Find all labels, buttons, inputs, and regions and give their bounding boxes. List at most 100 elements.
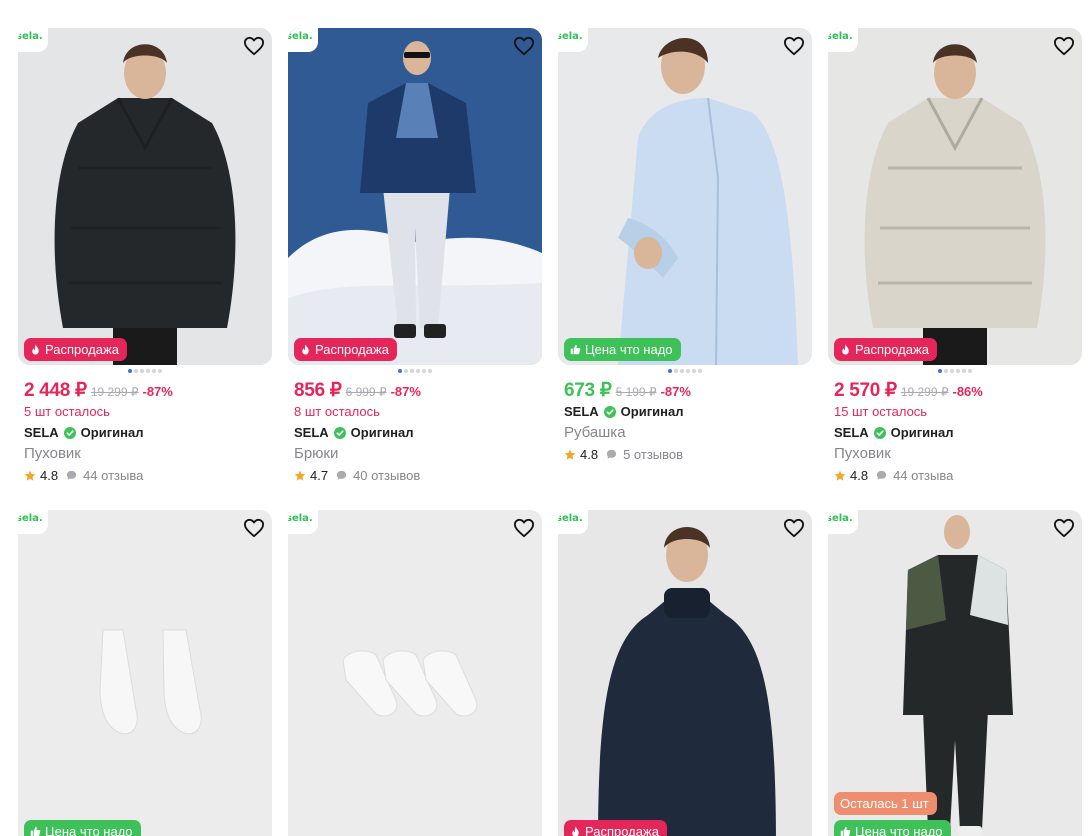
favorite-heart-icon[interactable]	[1052, 516, 1076, 540]
brand-logo: sela.	[288, 28, 318, 52]
rating-row: 4.7 40 отзывов	[294, 465, 542, 486]
reviews-bubble-icon	[876, 470, 887, 481]
good-price-badge: Цена что надо	[564, 338, 681, 361]
rating-row: 4.8 44 отзыва	[24, 465, 272, 486]
sale-badge: Распродажа	[294, 338, 397, 361]
star-icon	[294, 470, 306, 482]
discount-percent: -86%	[952, 384, 983, 399]
original-label: Оригинал	[620, 404, 684, 419]
product-card[interactable]: sela. Цена что надо 673 ₽5 199 ₽ -87% SELA Ор…	[558, 28, 812, 465]
verified-check-icon	[333, 426, 346, 439]
photo-pagination-dots[interactable]	[288, 369, 542, 379]
price-row: 673 ₽5 199 ₽ -87%	[564, 379, 812, 401]
flame-icon	[300, 344, 311, 355]
seller-row[interactable]: SELA Оригинал	[294, 422, 542, 443]
favorite-heart-icon[interactable]	[512, 34, 536, 58]
flame-icon	[570, 826, 581, 836]
thumbs-up-icon	[30, 826, 41, 836]
reviews-bubble-icon	[66, 470, 77, 481]
sale-badge: Распродажа	[564, 820, 667, 836]
rating-value: 4.8	[580, 447, 599, 462]
seller-name: SELA	[834, 425, 869, 440]
photo-pagination-dots[interactable]	[828, 369, 1082, 379]
reviews-count[interactable]: 44 отзыва	[893, 468, 953, 483]
seller-name: SELA	[24, 425, 59, 440]
rating-value: 4.8	[40, 468, 59, 483]
product-photo[interactable]: sela. Цена что надо	[558, 28, 812, 365]
discount-percent: -87%	[660, 384, 691, 399]
seller-row[interactable]: SELA Оригинал	[24, 422, 272, 443]
stock-remaining: 15 шт осталось	[834, 404, 928, 419]
product-title[interactable]: Рубашка	[564, 422, 812, 444]
original-label: Оригинал	[890, 425, 954, 440]
brand-logo: sela.	[288, 510, 318, 534]
favorite-heart-icon[interactable]	[782, 34, 806, 58]
rating-row: 4.8 44 отзыва	[834, 465, 1082, 486]
product-card[interactable]: sela. Распродажа 2 448 ₽19 299 ₽ -87% 5 шт о…	[18, 28, 272, 486]
product-photo[interactable]: sela.	[288, 510, 542, 836]
verified-check-icon	[873, 426, 886, 439]
flame-icon	[30, 344, 41, 355]
brand-logo: sela.	[558, 510, 588, 534]
reviews-bubble-icon	[336, 470, 347, 481]
product-title[interactable]: Пуховик	[24, 443, 272, 465]
rating-row: 4.8 5 отзывов	[564, 444, 812, 465]
rating-value: 4.7	[310, 468, 329, 483]
product-title[interactable]: Пуховик	[834, 443, 1082, 465]
current-price: 856 ₽	[294, 380, 342, 401]
reviews-count[interactable]: 44 отзыва	[83, 468, 143, 483]
reviews-count[interactable]: 40 отзывов	[353, 468, 420, 483]
product-photo[interactable]: sela. Цена что надо	[18, 510, 272, 836]
product-card[interactable]: sela. Распродажа 856 ₽6 999 ₽ -87% 8 шт оста…	[288, 28, 542, 486]
star-icon	[834, 470, 846, 482]
current-price: 673 ₽	[564, 380, 612, 401]
brand-logo: sela.	[18, 28, 48, 52]
product-card[interactable]: sela. Распродажа 2 570 ₽19 299 ₽ -86% 15 шт …	[828, 28, 1082, 486]
photo-pagination-dots[interactable]	[18, 369, 272, 379]
good-price-badge: Цена что надо	[24, 820, 141, 836]
price-row: 2 570 ₽19 299 ₽ -86%	[834, 379, 1082, 401]
stock-remaining: 8 шт осталось	[294, 404, 380, 419]
current-price: 2 448 ₽	[24, 380, 87, 401]
old-price: 6 999 ₽	[345, 385, 387, 399]
brand-logo: sela.	[558, 28, 588, 52]
product-photo[interactable]: sela. Распродажа	[288, 28, 542, 365]
stock-remaining: 5 шт осталось	[24, 404, 110, 419]
reviews-count[interactable]: 5 отзывов	[623, 447, 683, 462]
product-card[interactable]: sela. Распродажа	[558, 510, 812, 836]
discount-percent: -87%	[142, 384, 173, 399]
favorite-heart-icon[interactable]	[1052, 34, 1076, 58]
product-photo[interactable]: sela. Осталась 1 шт Цена что надо	[828, 510, 1082, 836]
favorite-heart-icon[interactable]	[242, 516, 266, 540]
favorite-heart-icon[interactable]	[242, 34, 266, 58]
discount-percent: -87%	[390, 384, 421, 399]
photo-pagination-dots[interactable]	[558, 369, 812, 379]
current-price: 2 570 ₽	[834, 380, 897, 401]
favorite-heart-icon[interactable]	[782, 516, 806, 540]
product-card[interactable]: sela.	[288, 510, 542, 836]
original-label: Оригинал	[350, 425, 414, 440]
product-photo[interactable]: sela. Распродажа	[558, 510, 812, 836]
favorite-heart-icon[interactable]	[512, 516, 536, 540]
product-photo[interactable]: sela. Распродажа	[18, 28, 272, 365]
product-photo[interactable]: sela. Распродажа	[828, 28, 1082, 365]
price-row: 2 448 ₽19 299 ₽ -87%	[24, 379, 272, 401]
flame-icon	[840, 344, 851, 355]
verified-check-icon	[603, 405, 616, 418]
sale-badge: Распродажа	[24, 338, 127, 361]
rating-value: 4.8	[850, 468, 869, 483]
brand-logo: sela.	[828, 510, 858, 534]
product-card[interactable]: sela. Осталась 1 шт Цена что надо	[828, 510, 1082, 836]
brand-logo: sela.	[828, 28, 858, 52]
product-card[interactable]: sela. Цена что надо	[18, 510, 272, 836]
reviews-bubble-icon	[606, 449, 617, 460]
product-title[interactable]: Брюки	[294, 443, 542, 465]
stock-left-badge: Осталась 1 шт	[834, 792, 937, 815]
verified-check-icon	[63, 426, 76, 439]
brand-logo: sela.	[18, 510, 48, 534]
seller-name: SELA	[564, 404, 599, 419]
star-icon	[24, 470, 36, 482]
thumbs-up-icon	[840, 826, 851, 836]
seller-row[interactable]: SELA Оригинал	[564, 401, 812, 422]
seller-row[interactable]: SELA Оригинал	[834, 422, 1082, 443]
